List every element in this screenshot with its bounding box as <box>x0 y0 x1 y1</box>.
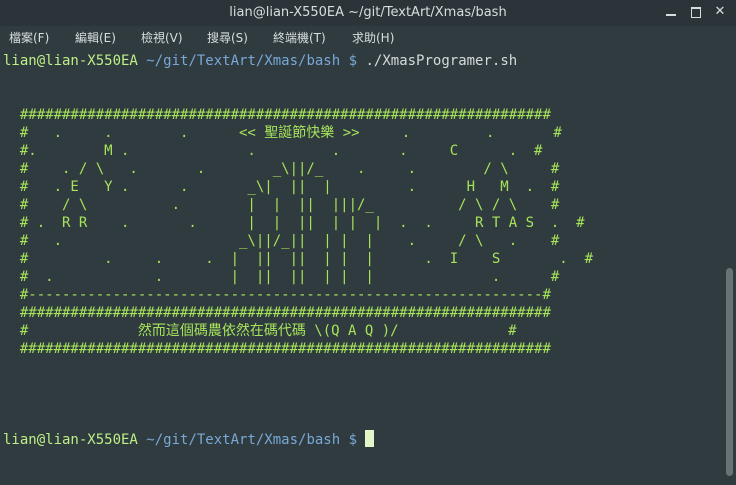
prompt-user: lian@lian-X550EA <box>3 432 138 448</box>
minimize-icon <box>666 14 676 16</box>
ascii-art-line: ########################################… <box>19 107 551 123</box>
ascii-art-line: # . / \ . . _\||/_ . . / \ # <box>19 161 560 177</box>
minimize-button[interactable] <box>663 4 679 20</box>
prompt-path: ~/git/TextArt/Xmas/bash <box>146 432 341 448</box>
prompt-line: lian@lian-X550EA ~/git/TextArt/Xmas/bash… <box>3 430 375 448</box>
menu-item-edit[interactable]: 編輯(E) <box>75 29 116 46</box>
ascii-art-line: # . _\||/_|| | | | . / \ . # <box>19 233 560 249</box>
ascii-art-line: #. M . . . . C . # <box>19 143 543 159</box>
terminal-area[interactable]: lian@lian-X550EA ~/git/TextArt/Xmas/bash… <box>0 48 724 485</box>
ascii-art-line: #---------------------------------------… <box>19 287 551 303</box>
menu-item-file[interactable]: 檔案(F) <box>9 29 49 46</box>
ascii-art-line: # . . | || || | | | . # <box>19 269 560 285</box>
prompt-user: lian@lian-X550EA <box>3 53 138 69</box>
ascii-art-line: # . . . << 聖誕節快樂 >> . . # <box>19 125 562 141</box>
maximize-icon <box>691 7 701 18</box>
ascii-art-line: # 然而這個碼農依然在碼代碼 \(Q A Q )/ # <box>19 323 517 339</box>
prompt-line: lian@lian-X550EA ~/git/TextArt/Xmas/bash… <box>3 53 517 69</box>
ascii-art-line: ########################################… <box>19 341 551 357</box>
menu-item-search[interactable]: 搜尋(S) <box>207 29 248 46</box>
close-icon: ✕ <box>714 4 726 19</box>
command-text: ./XmasProgramer.sh <box>365 53 518 69</box>
menu-item-help[interactable]: 求助(H) <box>352 29 394 46</box>
ascii-art-line: # . R R . . | | || | | | . . R T A S . # <box>19 215 585 231</box>
menu-bar: 檔案(F) 編輯(E) 檢視(V) 搜尋(S) 終端機(T) 求助(H) <box>0 26 736 48</box>
text-cursor <box>365 430 375 447</box>
ascii-art-line: # . E Y . . _\| || | . H M . # <box>19 179 560 195</box>
prompt-symbol: $ <box>348 432 358 448</box>
prompt-path: ~/git/TextArt/Xmas/bash <box>146 53 341 69</box>
ascii-art-line: ########################################… <box>19 305 551 321</box>
scrollbar-thumb[interactable] <box>726 268 733 476</box>
prompt-symbol: $ <box>348 53 358 69</box>
menu-item-terminal[interactable]: 終端機(T) <box>273 29 326 46</box>
scrollbar[interactable] <box>724 48 736 485</box>
ascii-art-line: # / \ . | | || |||/_ / \ / \ # <box>19 197 560 213</box>
window-title: lian@lian-X550EA ~/git/TextArt/Xmas/bash <box>229 5 507 20</box>
close-button[interactable]: ✕ <box>712 4 728 20</box>
menu-item-view[interactable]: 檢視(V) <box>141 29 183 46</box>
maximize-button[interactable] <box>688 4 704 20</box>
ascii-art-line: # . . . | || || | | | . I S . # <box>19 251 594 267</box>
title-bar: lian@lian-X550EA ~/git/TextArt/Xmas/bash… <box>0 0 736 26</box>
ascii-art: ########################################… <box>3 107 593 357</box>
